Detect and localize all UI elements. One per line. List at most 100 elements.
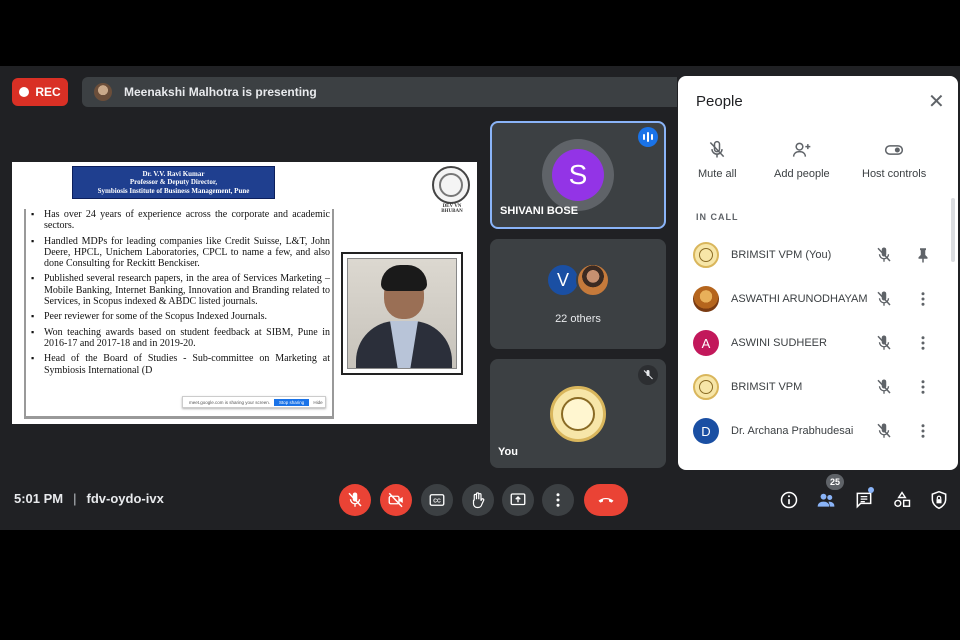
participant-tile-self[interactable]: You [490,359,666,468]
meeting-code: fdv-oydo-ivx [86,491,164,506]
svg-text:CC: CC [433,498,441,504]
institute-logo-text: DEV VN BHUBAN [441,204,463,214]
mic-off-icon[interactable] [875,290,893,308]
self-avatar-logo-icon [550,386,606,442]
slide-header-name: Dr. V.V. Ravi Kumar [142,169,205,178]
avatar: A [693,330,719,356]
clock-time: 5:01 PM [14,491,64,506]
participant-row[interactable]: BRIMSIT VPM [678,365,948,409]
more-vert-icon[interactable] [914,422,932,440]
add-people-button[interactable]: Add people [774,140,830,180]
captions-button[interactable]: CC [421,484,453,516]
slide-header-title: Professor & Deputy Director, [129,178,218,187]
separator: | [73,491,77,506]
people-icon [817,493,835,507]
slide-header: Dr. V.V. Ravi Kumar Professor & Deputy D… [72,166,275,199]
more-vert-icon[interactable] [914,378,932,396]
participant-row[interactable]: ASWATHI ARUNODHAYAM [678,277,948,321]
people-button[interactable] [814,488,838,512]
toggle-icon [885,145,904,155]
pin-icon[interactable] [914,246,932,264]
closed-captions-icon: CC [429,494,445,506]
avatar [693,242,719,268]
slide-bullet: Handled MDPs for leading companies like … [28,236,330,270]
participant-name: You [498,446,518,458]
participant-name: ASWINI SUDHEER [731,337,827,349]
present-screen-icon [510,493,526,506]
participant-name: ASWATHI ARUNODHAYAM [731,293,868,305]
hide-button[interactable]: Hide [313,400,322,405]
screen-share-notice: meet.google.com is sharing your screen. … [182,396,326,408]
mic-off-icon [638,365,658,385]
slide-header-institute: Symbiosis Institute of Business Manageme… [97,186,250,195]
slide-bullet: Has over 24 years of experience across t… [28,209,330,232]
participant-name: SHIVANI BOSE [500,205,579,217]
institute-logo-icon [432,166,470,204]
avatar [693,286,719,312]
avatar: V [546,263,580,297]
shield-lock-icon [931,490,947,510]
rec-label: REC [35,85,61,99]
record-dot-icon [19,87,30,97]
host-controls-label: Host controls [862,168,927,180]
speaker-photo [341,252,463,375]
participant-name: BRIMSIT VPM [731,381,803,393]
others-count-label: 22 others [555,313,601,325]
panel-title: People [696,93,743,110]
slide-bullets: Has over 24 years of experience across t… [24,209,334,419]
mic-off-icon[interactable] [875,246,893,264]
people-panel: People ✕ Mute all Add people Host contro… [678,76,958,470]
slide-bullet: Head of the Board of Studies - Sub-commi… [28,353,330,376]
avatar-group: V [546,263,610,297]
slide-bullet: Peer reviewer for some of the Scopus Ind… [28,311,330,322]
recording-indicator[interactable]: REC [12,78,68,106]
mute-all-label: Mute all [698,168,737,180]
presenting-banner: Meenakshi Malhotra is presenting [82,77,677,107]
participant-row[interactable]: D Dr. Archana Prabhudesai [678,409,948,453]
participant-row[interactable]: BRIMSIT VPM (You) [678,233,948,277]
mic-off-icon[interactable] [875,334,893,352]
host-controls-button[interactable]: Host controls [862,140,926,180]
presenter-avatar [94,83,112,101]
mute-all-button[interactable]: Mute all [698,140,737,180]
microphone-button[interactable] [339,484,371,516]
camera-button[interactable] [380,484,412,516]
more-options-button[interactable] [542,484,574,516]
leave-call-button[interactable] [584,484,628,516]
speaking-indicator-icon [638,127,658,147]
avatar [576,263,610,297]
avatar-ring: S [542,139,614,211]
in-call-section-label: IN CALL [696,212,739,222]
mic-off-icon[interactable] [875,422,893,440]
chat-icon [856,492,872,509]
avatar [693,374,719,400]
add-person-icon [792,142,811,157]
participant-count-badge: 25 [826,474,844,490]
mic-off-icon [348,492,362,507]
meeting-details-button[interactable] [777,488,801,512]
avatar: D [693,418,719,444]
more-vert-icon[interactable] [914,334,932,352]
meet-window: REC Meenakshi Malhotra is presenting Dr.… [0,66,960,530]
close-icon[interactable]: ✕ [928,92,945,112]
shapes-icon [894,491,911,507]
more-vert-icon[interactable] [914,290,932,308]
presenting-text: Meenakshi Malhotra is presenting [124,85,317,99]
participant-tile-others[interactable]: V 22 others [490,239,666,349]
panel-scrollbar[interactable] [951,198,955,262]
raise-hand-button[interactable] [462,484,494,516]
info-icon [780,491,798,509]
activities-button[interactable] [890,488,914,512]
mic-off-icon[interactable] [875,378,893,396]
stop-sharing-button[interactable]: Stop sharing [274,398,310,406]
participant-name: Dr. Archana Prabhudesai [731,425,854,437]
participant-tile-shivani[interactable]: S SHIVANI BOSE [490,121,666,229]
present-button[interactable] [502,484,534,516]
avatar: S [552,149,604,201]
host-controls-toolbar-button[interactable] [927,488,951,512]
videocam-off-icon [388,492,403,508]
participant-row[interactable]: A ASWINI SUDHEER [678,321,948,365]
more-vert-icon [556,493,560,507]
shared-screen: Dr. V.V. Ravi Kumar Professor & Deputy D… [12,162,477,424]
add-people-label: Add people [774,168,830,180]
